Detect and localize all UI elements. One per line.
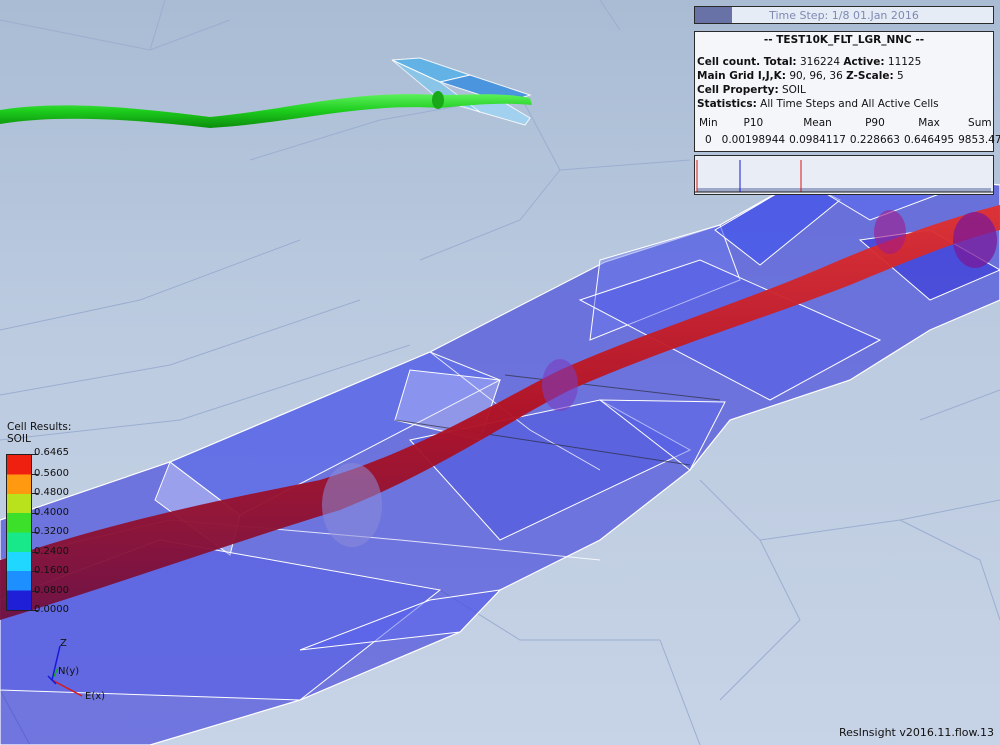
green-well-path bbox=[0, 94, 532, 128]
cell-count-total: 316224 bbox=[799, 56, 841, 68]
upper-grid-block bbox=[391, 57, 532, 126]
histogram bbox=[694, 155, 994, 195]
case-title: -- TEST10K_FLT_LGR_NNC -- bbox=[763, 34, 925, 46]
legend-tick-label: 0.4000 bbox=[34, 507, 69, 518]
zscale-value: 5 bbox=[897, 70, 904, 82]
axis-e-label: E(x) bbox=[85, 691, 106, 702]
stats-header-sum: Sum bbox=[968, 116, 992, 129]
legend-tick-label: 0.3200 bbox=[34, 526, 69, 537]
statistics-value: All Time Steps and All Active Cells bbox=[760, 98, 939, 110]
stats-value-p90: 0.228663 bbox=[849, 133, 900, 146]
legend-tick-label: 0.6465 bbox=[34, 447, 69, 458]
pipe-section-a bbox=[322, 463, 382, 547]
legend-tick-label: 0.4800 bbox=[34, 487, 69, 498]
active-value: 11125 bbox=[887, 56, 922, 68]
main-grid-line: Main Grid I,J,K: 90, 96, 36 Z-Scale: 5 bbox=[697, 70, 904, 82]
legend-tick-label: 0.0800 bbox=[34, 585, 69, 596]
legend-title-line2: SOIL bbox=[7, 433, 31, 445]
timestep-label: Time Step: 1/8 01.Jan 2016 bbox=[769, 9, 919, 22]
axis-n-label: N(y) bbox=[58, 666, 80, 677]
stats-value-row: 0 0.00198944 0.0984117 0.228663 0.646495… bbox=[697, 131, 1000, 148]
stats-header-max: Max bbox=[918, 116, 940, 129]
histogram-plot bbox=[695, 160, 993, 193]
color-legend-bar bbox=[6, 454, 32, 611]
stats-value-sum: 9853.47 bbox=[958, 133, 1000, 146]
statistics-table: Min P10 Mean P90 Max Sum 0 0.00198944 0.… bbox=[697, 114, 1000, 148]
legend-tick-label: 0.1600 bbox=[34, 565, 69, 576]
info-box: -- TEST10K_FLT_LGR_NNC -- Cell count. To… bbox=[694, 31, 1000, 152]
zscale-label: Z-Scale: bbox=[846, 70, 894, 82]
stats-header-p90: P90 bbox=[865, 116, 885, 129]
legend-tick-label: 0.5600 bbox=[34, 468, 69, 479]
cell-property-label: Cell Property: bbox=[697, 84, 779, 96]
stats-value-mean: 0.0984117 bbox=[789, 133, 846, 146]
stats-value-max: 0.646495 bbox=[904, 133, 955, 146]
timestep-bar[interactable]: Time Step: 1/8 01.Jan 2016 bbox=[694, 6, 994, 24]
main-grid-value: 90, 96, 36 bbox=[789, 70, 843, 82]
legend-title: Cell Results: SOIL bbox=[7, 421, 71, 445]
pipe-end-cap bbox=[953, 212, 997, 268]
pipe-section-c bbox=[874, 210, 906, 254]
active-label: Active: bbox=[843, 56, 885, 68]
main-grid-label: Main Grid I,J,K: bbox=[697, 70, 786, 82]
statistics-label: Statistics: bbox=[697, 98, 757, 110]
stats-value-p10: 0.00198944 bbox=[721, 133, 786, 146]
stats-header-p10: P10 bbox=[743, 116, 764, 129]
legend-tick-label: 0.2400 bbox=[34, 546, 69, 557]
statistics-line: Statistics: All Time Steps and All Activ… bbox=[697, 98, 939, 110]
3d-viewport[interactable]: Time Step: 1/8 01.Jan 2016 -- TEST10K_FL… bbox=[0, 0, 1000, 745]
legend-title-line1: Cell Results: bbox=[7, 421, 72, 433]
cell-property-line: Cell Property: SOIL bbox=[697, 84, 806, 96]
stats-header-row: Min P10 Mean P90 Max Sum bbox=[697, 114, 1000, 131]
version-label: ResInsight v2016.11.flow.13 bbox=[838, 726, 994, 739]
stats-header-min: Min bbox=[699, 116, 718, 129]
cell-count-line: Cell count. Total: 316224 Active: 11125 bbox=[697, 56, 921, 68]
histogram-bars bbox=[697, 188, 991, 192]
stats-header-mean: Mean bbox=[803, 116, 832, 129]
cell-count-label: Cell count. Total: bbox=[697, 56, 797, 68]
stats-value-min: 0 bbox=[704, 133, 712, 146]
axis-z-label: Z bbox=[60, 638, 67, 649]
pipe-section-b bbox=[542, 359, 578, 411]
green-well-joint bbox=[432, 91, 444, 109]
legend-tick-label: 0.0000 bbox=[34, 604, 69, 615]
cell-property-value: SOIL bbox=[782, 84, 806, 96]
